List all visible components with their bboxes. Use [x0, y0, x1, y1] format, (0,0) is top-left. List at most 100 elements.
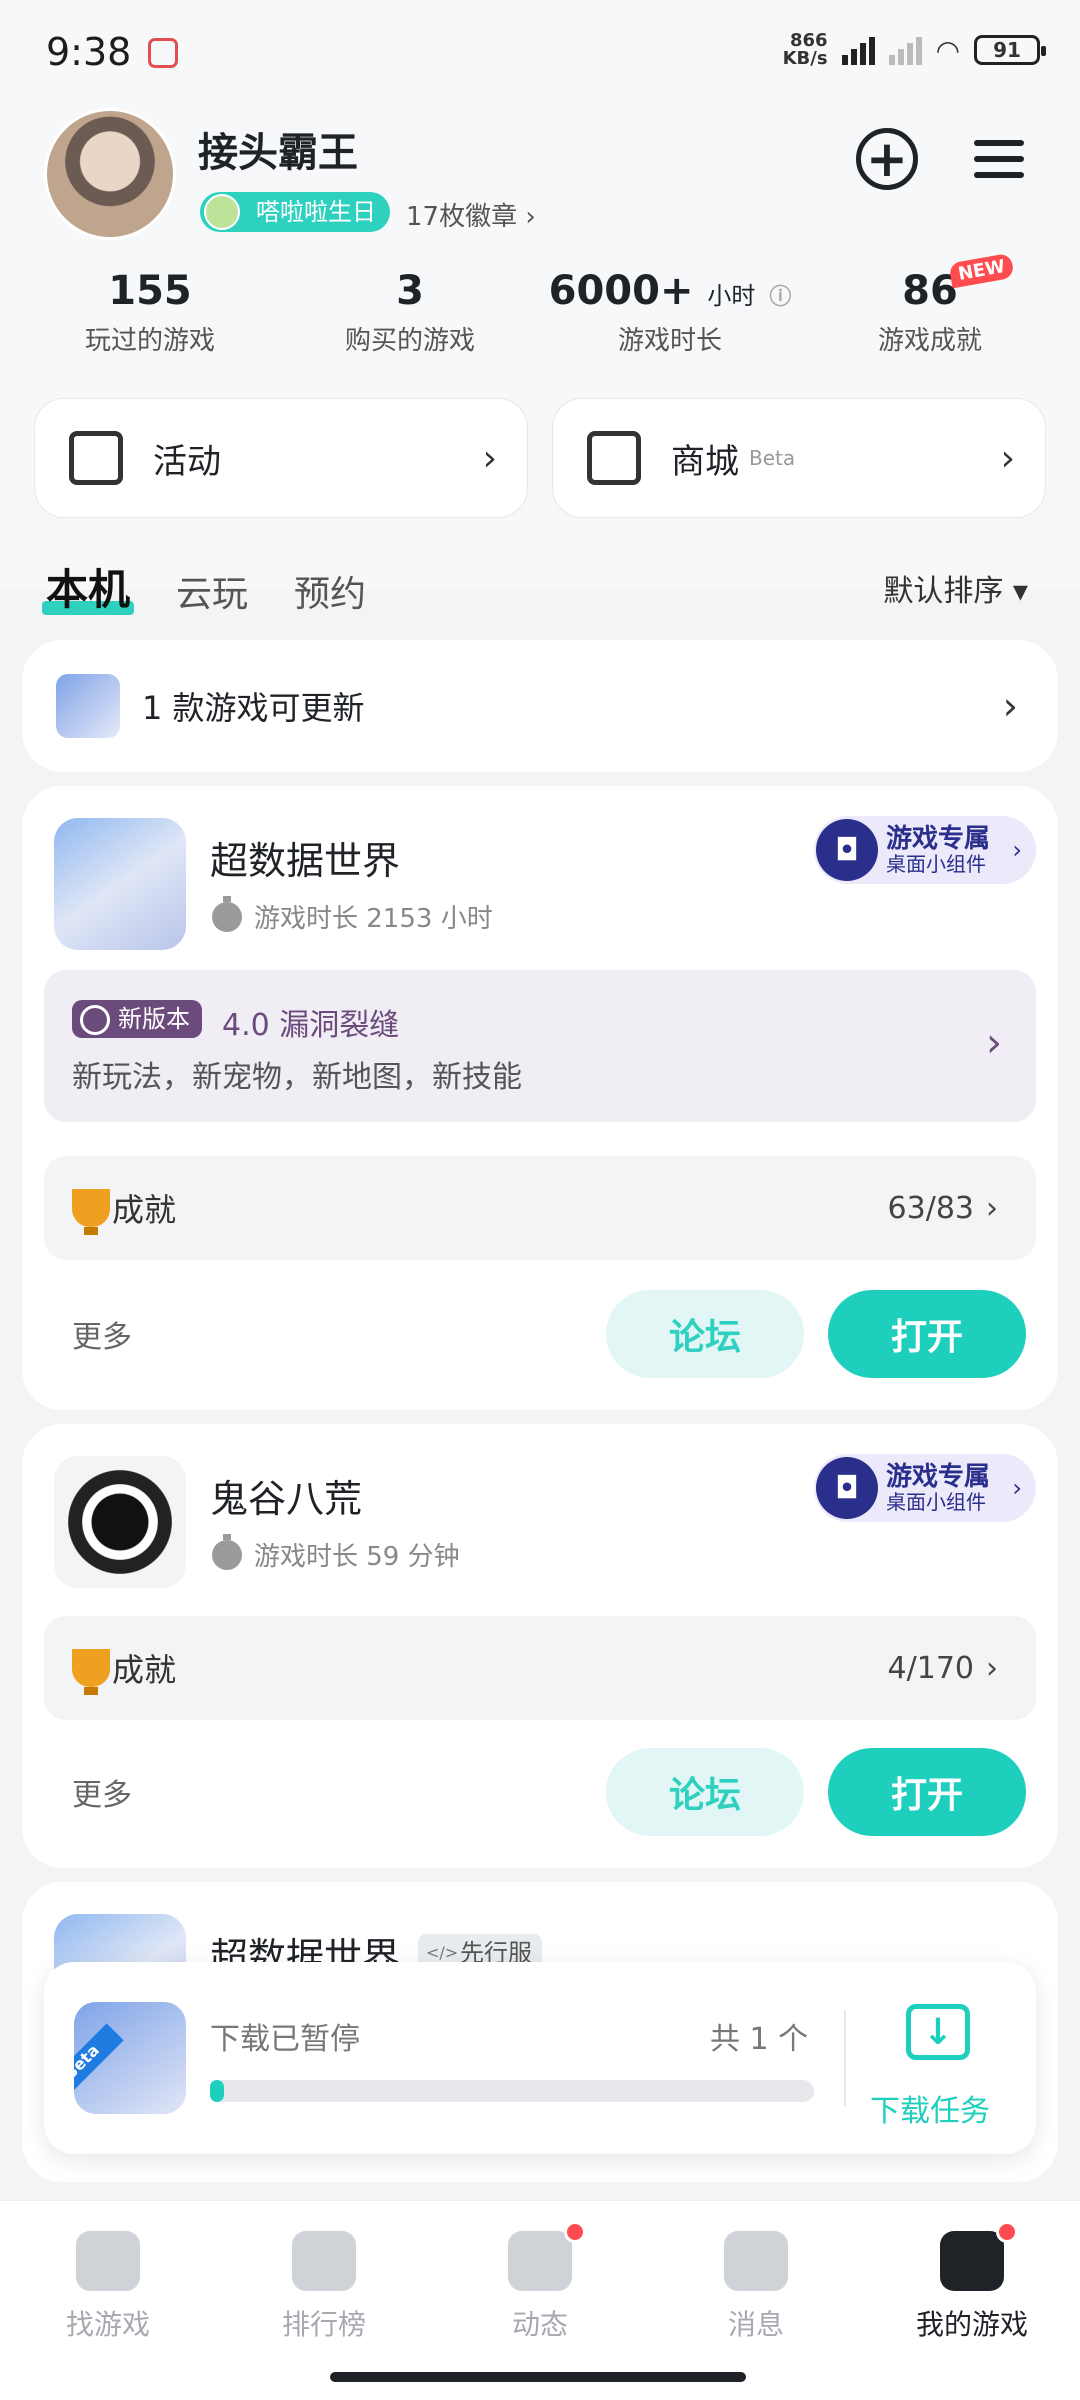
update-notice-text: 1 款游戏可更新 — [142, 689, 365, 727]
stat-label: 玩过的游戏 — [84, 326, 215, 356]
game-title[interactable]: 超数据世界 — [210, 830, 400, 885]
achievement-row[interactable]: 成就 4/170 › — [44, 1616, 1036, 1720]
find-game-icon — [76, 2231, 140, 2291]
achievement-value: 63/83 › — [887, 1190, 998, 1226]
widget-title: 游戏专属 — [886, 824, 991, 854]
game-icon[interactable] — [54, 1456, 186, 1588]
stat-value: 155 — [108, 268, 192, 314]
wifi-icon: ◠ — [935, 33, 960, 67]
info-icon: ⓘ — [769, 285, 792, 310]
achievement-label: 成就 — [112, 1191, 177, 1229]
tab-local[interactable]: 本机 — [41, 556, 135, 617]
game-card: 鬼谷八荒 游戏时长 59 分钟 ◘ 游戏专属 桌面小组件 › 成就 4/170 ›… — [22, 1424, 1058, 1868]
playtime-text: 游戏时长 2153 小时 — [254, 904, 493, 934]
widget-button[interactable]: ◘ 游戏专属 桌面小组件 › — [814, 816, 1036, 884]
achievement-row[interactable]: 成就 63/83 › — [44, 1156, 1036, 1260]
nav-ranking[interactable]: 排行榜 — [216, 2201, 432, 2400]
stats-row: 155 玩过的游戏 3 购买的游戏 6000+ 小时 ⓘ 游戏时长 86 NEW… — [0, 252, 1080, 357]
bottom-nav: 找游戏 排行榜 动态 消息 我的游戏 — [0, 2200, 1080, 2400]
more-button[interactable]: 更多 — [72, 1312, 132, 1356]
badge-avatar-icon — [204, 194, 240, 230]
my-games-icon — [940, 2231, 1004, 2291]
tab-cloud[interactable]: 云玩 — [176, 565, 248, 617]
gamepad-icon: ◘ — [816, 819, 878, 881]
nav-my-games[interactable]: 我的游戏 — [864, 2201, 1080, 2400]
game-icon[interactable] — [54, 818, 186, 950]
download-panel[interactable]: Beta 下载已暂停 共 1 个 ↓ 下载任务 — [44, 1962, 1036, 2154]
notification-app-icon — [148, 38, 178, 68]
more-button[interactable]: 更多 — [72, 1770, 132, 1814]
game-tabs: 本机 云玩 预约 — [41, 556, 366, 617]
stat-value: 3 — [396, 268, 424, 314]
stat-label: 游戏成就 — [877, 326, 982, 356]
birthday-badge-label: 嗒啦啦生日 — [256, 198, 376, 226]
chevron-right-icon: › — [986, 1650, 998, 1686]
notification-dot — [996, 2221, 1018, 2243]
open-button[interactable]: 打开 — [828, 1748, 1026, 1836]
battery-icon: 91 — [974, 35, 1046, 65]
download-progress-fill — [210, 2080, 224, 2102]
download-status: 下载已暂停 — [210, 2022, 360, 2057]
new-version-title: 4.0 漏洞裂缝 — [222, 1008, 400, 1043]
home-indicator[interactable] — [330, 2372, 746, 2382]
add-button[interactable]: + — [856, 128, 918, 190]
chevron-right-icon: › — [1012, 836, 1022, 864]
stat-achievements[interactable]: 86 NEW 游戏成就 — [800, 252, 1060, 357]
signal-icon — [841, 35, 875, 65]
battery-level: 91 — [993, 38, 1021, 62]
achievement-value: 4/170 › — [887, 1650, 998, 1686]
download-progress-bar — [210, 2080, 814, 2102]
divider — [844, 2010, 846, 2106]
message-icon — [724, 2231, 788, 2291]
stat-label: 购买的游戏 — [344, 326, 475, 356]
stat-playtime[interactable]: 6000+ 小时 ⓘ 游戏时长 — [540, 268, 800, 357]
update-notice[interactable]: 1 款游戏可更新 › — [22, 640, 1058, 772]
mall-label: 商城 — [671, 441, 739, 482]
status-time: 9:38 — [46, 30, 132, 74]
stat-label: 游戏时长 — [617, 326, 722, 356]
game-title[interactable]: 鬼谷八荒 — [210, 1468, 362, 1523]
beta-band: Beta — [74, 2023, 124, 2104]
menu-button[interactable] — [968, 128, 1030, 190]
nav-label: 我的游戏 — [915, 2308, 1028, 2341]
nav-feed[interactable]: 动态 — [432, 2201, 648, 2400]
menu-icon — [974, 140, 1024, 146]
playtime-text: 游戏时长 59 分钟 — [254, 1542, 460, 1572]
notification-dot — [564, 2221, 586, 2243]
mall-button[interactable]: 商城 Beta › — [552, 398, 1046, 518]
download-task-label[interactable]: 下载任务 — [870, 2086, 990, 2130]
stat-value: 6000+ 小时 ⓘ — [548, 268, 792, 314]
stat-purchased[interactable]: 3 购买的游戏 — [280, 268, 540, 357]
username[interactable]: 接头霸王 — [198, 120, 358, 178]
beta-tag: Beta — [749, 446, 796, 470]
game-thumb-icon — [56, 674, 120, 738]
tab-reserve[interactable]: 预约 — [294, 565, 366, 617]
chevron-right-icon: › — [1000, 437, 1015, 479]
birthday-badge[interactable]: 嗒啦啦生日 — [200, 192, 390, 232]
widget-button[interactable]: ◘ 游戏专属 桌面小组件 › — [814, 1454, 1036, 1522]
game-card: 超数据世界 游戏时长 2153 小时 ◘ 游戏专属 桌面小组件 › 新版本 4.… — [22, 786, 1058, 1410]
avatar[interactable] — [44, 108, 176, 240]
chevron-right-icon: › — [1012, 1474, 1022, 1502]
download-task-icon[interactable]: ↓ — [906, 2004, 970, 2060]
activity-label: 活动 — [153, 441, 221, 482]
new-version-tag: 新版本 — [72, 1000, 202, 1038]
forum-button[interactable]: 论坛 — [606, 1290, 804, 1378]
nav-find-game[interactable]: 找游戏 — [0, 2201, 216, 2400]
nav-label: 排行榜 — [281, 2308, 366, 2341]
open-button[interactable]: 打开 — [828, 1290, 1026, 1378]
plus-icon: + — [866, 130, 908, 188]
new-version-banner[interactable]: 新版本 4.0 漏洞裂缝 新玩法，新宠物，新地图，新技能 › — [44, 970, 1036, 1122]
download-count: 共 1 个 — [710, 2022, 809, 2057]
forum-button[interactable]: 论坛 — [606, 1748, 804, 1836]
nav-message[interactable]: 消息 — [648, 2201, 864, 2400]
medals-link[interactable]: 17枚徽章 › — [406, 196, 536, 233]
sort-dropdown[interactable]: 默认排序 ▾ — [883, 566, 1028, 610]
stat-played[interactable]: 155 玩过的游戏 — [20, 268, 280, 357]
stat-unit: 小时 — [707, 282, 756, 310]
timer-icon — [212, 895, 242, 932]
nav-label: 消息 — [727, 2308, 784, 2341]
nav-label: 找游戏 — [65, 2308, 150, 2341]
activity-button[interactable]: 活动 › — [34, 398, 528, 518]
download-game-icon: Beta — [74, 2002, 186, 2114]
